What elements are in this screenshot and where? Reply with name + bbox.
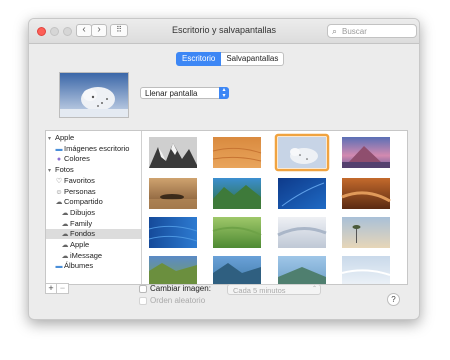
disclosure-triangle-icon: ▾ xyxy=(48,168,52,175)
search-placeholder: Buscar xyxy=(342,27,367,36)
chevron-updown-icon: ▴ ▾ xyxy=(219,87,229,99)
wallpaper-thumbnails xyxy=(148,133,391,284)
wallpaper-thumbnail-3[interactable] xyxy=(278,137,326,168)
heart-icon: ♡ xyxy=(55,177,63,185)
cloud-icon: ☁ xyxy=(61,209,69,217)
help-button[interactable]: ? xyxy=(387,293,400,306)
sidebar-item-imessage[interactable]: ☁ iMessage xyxy=(60,250,103,261)
sidebar-item-álbumes[interactable]: ▬ Álbumes xyxy=(54,261,94,271)
sidebar-item-label: Personas xyxy=(64,186,96,196)
add-folder-button[interactable]: + xyxy=(45,283,57,294)
wallpaper-thumbnail-1[interactable] xyxy=(149,137,197,168)
title-bar: ‹ › ⠿ Escritorio y salvapantallas ⌕ Busc… xyxy=(29,19,419,44)
cloud-icon: ☁ xyxy=(61,252,69,260)
sidebar-item-label: Imágenes escritorio xyxy=(64,143,130,153)
folder-icon: ▬ xyxy=(55,145,63,153)
sidebar-item-apple[interactable]: ☁ Apple xyxy=(60,240,90,250)
sidebar-item-label: Colores xyxy=(64,154,90,164)
sidebar-item-family[interactable]: ☁ Family xyxy=(60,218,93,229)
search-icon: ⌕ xyxy=(332,26,338,36)
sidebar-item-apple[interactable]: ▾ Apple xyxy=(48,133,74,143)
wallpaper-browser: ▾ Apple ▬ Imágenes escritorio ● Colores ▾ Fotos… xyxy=(45,130,408,285)
sidebar-item-fotos[interactable]: ▾ Fotos xyxy=(48,165,74,175)
random-order-checkbox[interactable] xyxy=(139,297,147,305)
cloud-icon: ☁ xyxy=(61,220,69,228)
disclosure-triangle-icon: ▾ xyxy=(48,136,52,142)
sidebar-item-dibujos[interactable]: ☁ Dibujos xyxy=(60,207,96,218)
sidebar-item-fondos[interactable]: ☁ Fondos xyxy=(46,229,141,240)
wallpaper-thumbnail-2[interactable] xyxy=(212,137,262,168)
cloud-icon: ☁ xyxy=(61,242,69,249)
fit-mode-value: Llenar pantalla xyxy=(145,89,198,98)
wallpaper-thumbnail-4[interactable] xyxy=(342,137,390,168)
tab-escritorio[interactable]: Escritorio xyxy=(176,52,222,66)
remove-folder-button[interactable]: − xyxy=(57,283,69,294)
wallpaper-thumbnail-9[interactable] xyxy=(148,217,198,248)
wallpaper-thumbnail-11[interactable] xyxy=(277,217,327,248)
wallpaper-thumbnail-12[interactable] xyxy=(342,217,390,248)
sidebar-item-favoritos[interactable]: ♡ Favoritos xyxy=(54,176,95,186)
sidebar-item-label: Apple xyxy=(70,240,90,249)
cloud-icon: ☁ xyxy=(61,231,69,239)
sidebar[interactable]: ▾ Apple ▬ Imágenes escritorio ● Colores ▾ Fotos… xyxy=(46,131,142,284)
sidebar-item-label: Dibujos xyxy=(70,207,96,217)
preferences-window: ‹ › ⠿ Escritorio y salvapantallas ⌕ Busc… xyxy=(28,18,420,320)
wallpaper-thumbnail-6[interactable] xyxy=(213,178,261,209)
change-interval-value: Cada 5 minutos xyxy=(233,286,286,295)
change-interval-select[interactable]: Cada 5 minutos ⌃ xyxy=(227,284,321,295)
sidebar-tools: + − xyxy=(45,283,69,294)
cloud-icon: ☁ xyxy=(55,199,63,207)
sidebar-item-personas[interactable]: ☺Personas xyxy=(54,186,96,197)
wallpaper-thumbnail-15[interactable] xyxy=(278,256,326,284)
sidebar-item-label: Álbumes xyxy=(64,261,94,271)
sidebar-item-label: iMessage xyxy=(70,250,103,260)
snow-leopard-image xyxy=(60,73,128,117)
sidebar-item-label: Favoritos xyxy=(64,175,95,185)
random-order-label: Orden aleatorio xyxy=(150,296,206,305)
current-wallpaper-preview xyxy=(59,72,129,118)
fit-mode-select[interactable]: Llenar pantalla ▴ ▾ xyxy=(140,87,229,99)
search-field[interactable]: ⌕ Buscar xyxy=(327,24,417,38)
wallpaper-thumbnail-16[interactable] xyxy=(341,256,391,284)
sidebar-item-imágenes-escritorio[interactable]: ▬ Imágenes escritorio xyxy=(54,143,130,154)
sidebar-item-label: Apple xyxy=(55,133,75,142)
color-icon: ● xyxy=(56,156,62,164)
wallpaper-thumbnail-5[interactable] xyxy=(149,178,197,209)
change-image-checkbox[interactable] xyxy=(139,285,147,293)
chevron-updown-icon: ⌃ xyxy=(311,286,317,292)
wallpaper-thumbnail-13[interactable] xyxy=(149,256,197,284)
person-icon: ☺ xyxy=(55,188,63,196)
sidebar-item-label: Family xyxy=(70,218,93,228)
sidebar-item-label: Fotos xyxy=(55,165,74,175)
wallpaper-thumbnail-7[interactable] xyxy=(278,178,326,209)
tab-salvapantallas[interactable]: Salvapantallas xyxy=(221,52,285,66)
wallpaper-grid[interactable] xyxy=(142,131,407,284)
sidebar-item-compartido[interactable]: ☁ Compartido xyxy=(54,197,103,207)
wallpaper-thumbnail-8[interactable] xyxy=(341,178,391,209)
change-image-label: Cambiar imagen: xyxy=(150,284,211,293)
sidebar-item-label: Compartido xyxy=(64,197,103,207)
sidebar-item-label: Fondos xyxy=(70,229,96,239)
wallpaper-thumbnail-14[interactable] xyxy=(213,256,261,284)
tab-bar: Escritorio Salvapantallas xyxy=(176,52,285,66)
folder-icon: ▬ xyxy=(55,263,63,271)
wallpaper-thumbnail-10[interactable] xyxy=(212,217,262,248)
sidebar-item-colores[interactable]: ● Colores xyxy=(54,154,90,164)
